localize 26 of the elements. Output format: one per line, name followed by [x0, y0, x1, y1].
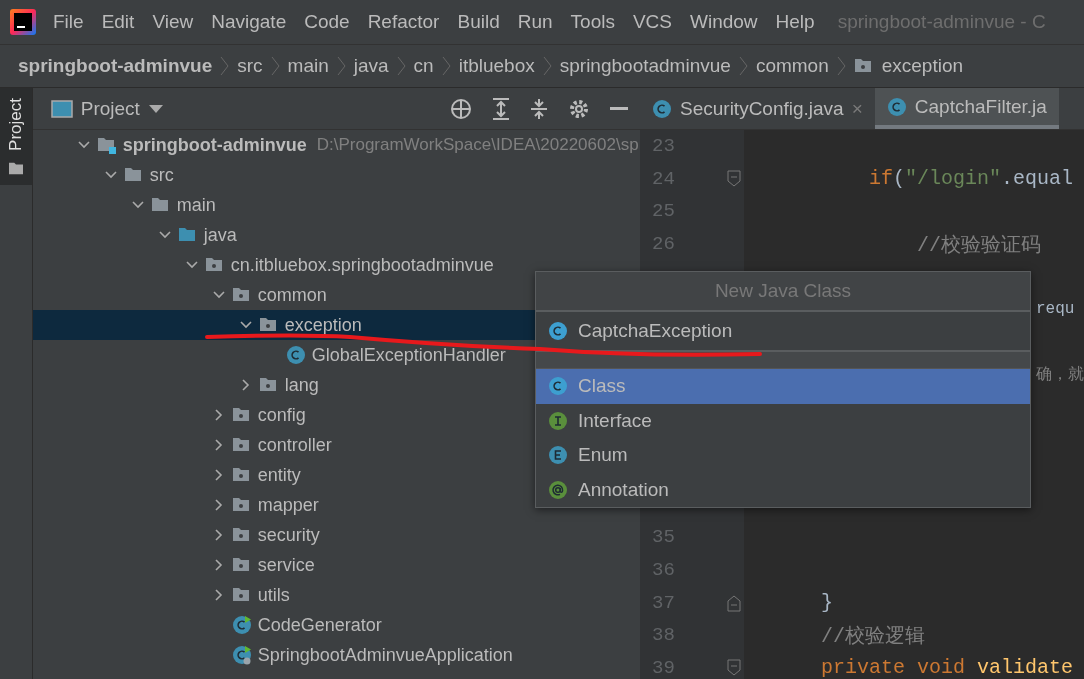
tree-label: GlobalExceptionHandler [311, 344, 506, 366]
code-line: 确，就 [1035, 364, 1084, 385]
tree-label: service [257, 554, 315, 576]
tree-label: cn.itbluebox.springbootadminvue [230, 254, 494, 276]
tree-label: SpringbootAdminvueApplication [257, 644, 513, 666]
code-line: private void validate [820, 656, 1074, 679]
tree-label: springboot-adminvue [122, 134, 307, 156]
tree-label: mapper [257, 494, 319, 516]
code-line: if("/login".equal [868, 167, 1074, 191]
code-line: //校验验证码 [916, 232, 1042, 258]
project-path: D:\ProgramWorkSpace\IDEA\20220602\sp [316, 135, 639, 155]
tree-label: utils [257, 584, 290, 606]
tree-label: security [257, 524, 320, 546]
tree-label: config [257, 404, 306, 426]
tree-label: controller [257, 434, 332, 456]
tree-label: common [257, 284, 327, 306]
tree-label: src [149, 164, 174, 186]
tree-label: java [203, 224, 237, 246]
code-line: } [820, 591, 833, 615]
code-line: //校验逻辑 [820, 623, 925, 649]
tree-label: main [176, 194, 216, 216]
tree-label: exception [284, 314, 362, 336]
tree-label: lang [284, 374, 319, 396]
tree-label: CodeGenerator [257, 614, 382, 636]
code-line: requ [1035, 300, 1075, 319]
tree-label: entity [257, 464, 301, 486]
